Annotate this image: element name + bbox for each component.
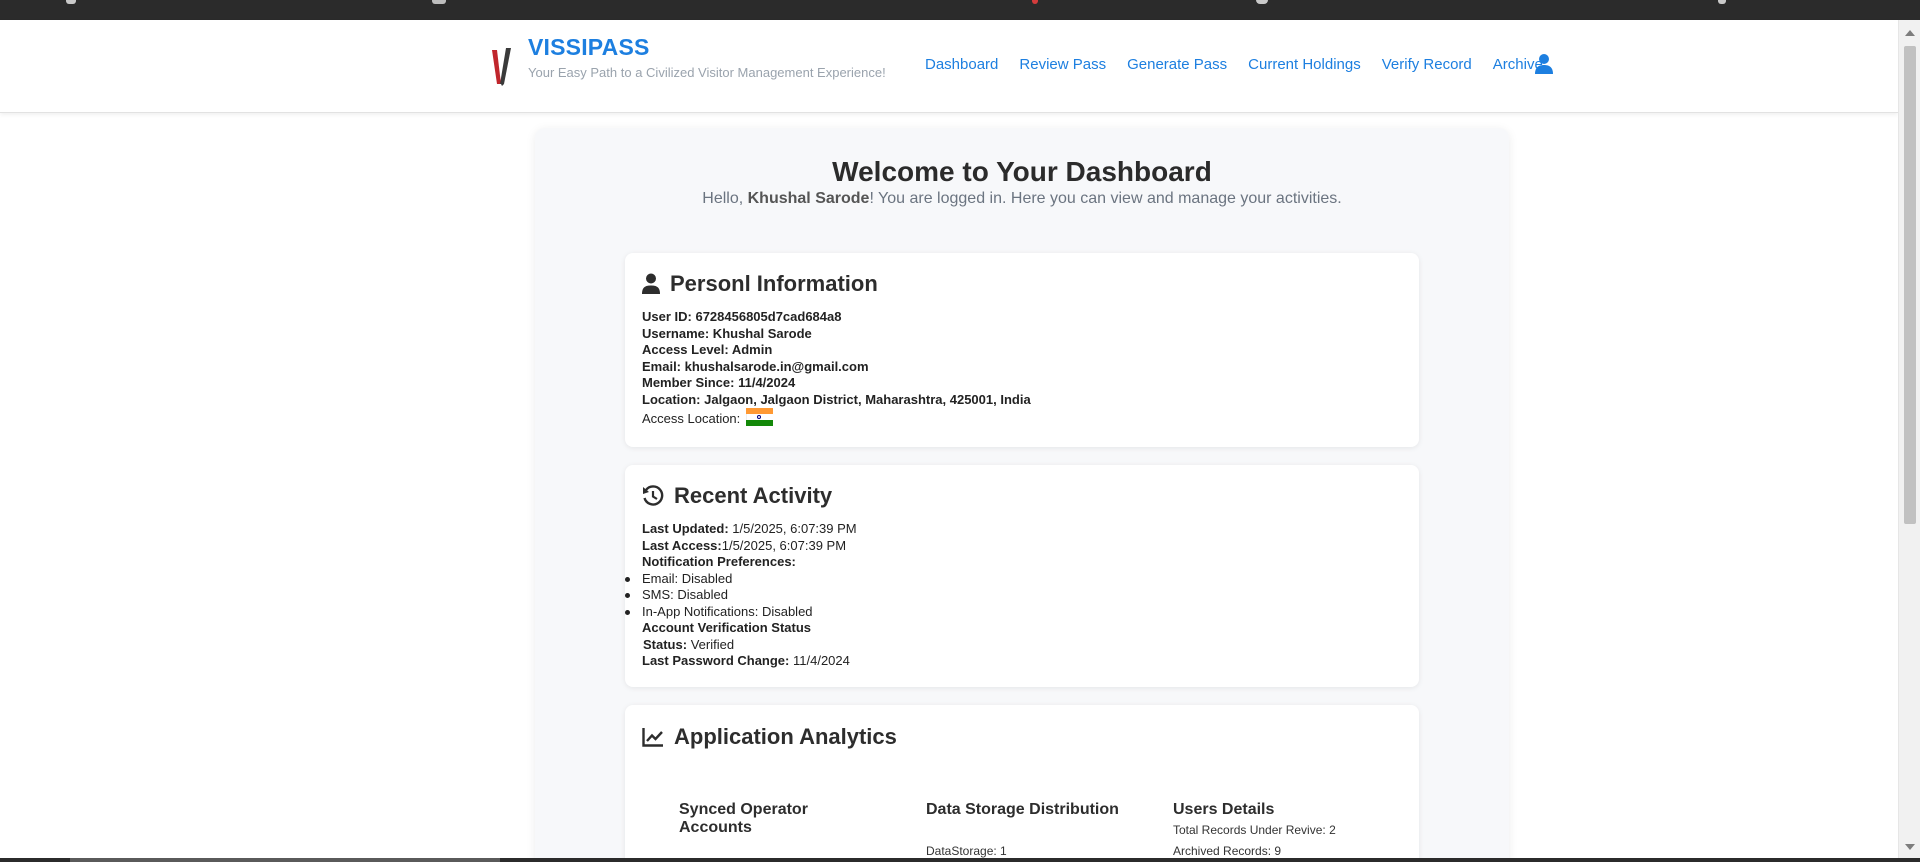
last-updated-label: Last Updated: (642, 521, 729, 536)
users-detail-line: Archived Records: 9 (1173, 844, 1282, 858)
history-icon (643, 485, 664, 506)
users-detail-line: Total Records Under Revive: 2 (1173, 823, 1336, 837)
nav-dashboard[interactable]: Dashboard (925, 56, 998, 73)
last-updated-value: 1/5/2025, 6:07:39 PM (732, 521, 857, 536)
member-since-line: Member Since: 11/4/2024 (642, 375, 796, 390)
os-glyph (1032, 0, 1038, 4)
welcome-message: Hello, Khushal Sarode! You are logged in… (535, 190, 1509, 208)
os-glyph (66, 0, 76, 4)
access-location-line: Access Location: (642, 408, 773, 426)
status-label: Status: (643, 637, 688, 652)
last-access-line: Last Access:1/5/2025, 6:07:39 PM (642, 538, 846, 553)
last-updated-line: Last Updated: 1/5/2025, 6:07:39 PM (642, 521, 857, 536)
password-change-label: Last Password Change: (642, 653, 790, 668)
last-access-value: 1/5/2025, 6:07:39 PM (721, 538, 847, 553)
username-line: Username: Khushal Sarode (642, 326, 812, 341)
user-icon[interactable] (1535, 53, 1553, 75)
recent-activity-heading: Recent Activity (674, 483, 833, 508)
site-header: VISSIPASS Your Easy Path to a Civilized … (0, 20, 1898, 113)
last-access-label: Last Access: (642, 538, 722, 553)
personal-info-heading: Personl Information (670, 271, 878, 296)
greeting-suffix: ! You are logged in. Here you can view a… (869, 190, 1342, 207)
verification-status-label: Account Verification Status (642, 620, 812, 635)
password-change-line: Last Password Change: 11/4/2024 (642, 653, 850, 668)
nav-review-pass[interactable]: Review Pass (1019, 56, 1106, 73)
notification-preferences-label: Notification Preferences: (642, 554, 796, 569)
synced-operator-title: Synced Operator Accounts (679, 801, 808, 836)
brand-title[interactable]: VISSIPASS (528, 34, 650, 61)
status-line: Status: Verified (643, 637, 734, 652)
os-top-bar (0, 0, 1920, 20)
os-glyph (1256, 0, 1268, 4)
nav-verify-record[interactable]: Verify Record (1382, 56, 1472, 73)
dashboard-container: Welcome to Your Dashboard Hello, Khushal… (535, 128, 1509, 862)
personal-info-header: Personl Information (642, 271, 878, 297)
user-id-line: User ID: 6728456805d7cad684a8 (642, 309, 842, 324)
line-chart-icon (642, 728, 663, 747)
users-details-title: Users Details (1173, 801, 1275, 818)
access-level-line: Access Level: Admin (642, 342, 773, 357)
password-change-value: 11/4/2024 (793, 653, 850, 668)
scroll-thumb[interactable] (1904, 46, 1916, 524)
analytics-card: Application Analytics Synced Operator Ac… (625, 705, 1419, 862)
data-storage-line: DataStorage: 1 (926, 844, 1007, 858)
scroll-up-arrow-icon[interactable] (1905, 30, 1915, 36)
nav-generate-pass[interactable]: Generate Pass (1127, 56, 1227, 73)
page-title: Welcome to Your Dashboard (832, 156, 1212, 187)
location-line: Location: Jalgaon, Jalgaon District, Mah… (642, 392, 1031, 407)
greeting-prefix: Hello, (702, 190, 748, 207)
status-value: Verified (690, 637, 735, 652)
data-storage-title: Data Storage Distribution (926, 801, 1119, 818)
user-name: Khushal Sarode (747, 190, 870, 207)
person-icon (642, 273, 660, 294)
email-line: Email: khushalsarode.in@gmail.com (642, 359, 869, 374)
recent-activity-card: Recent Activity Last Updated: 1/5/2025, … (625, 465, 1419, 687)
notification-sms: SMS: Disabled (642, 587, 728, 602)
brand-tagline: Your Easy Path to a Civilized Visitor Ma… (528, 65, 886, 80)
os-bottom-bar (0, 858, 1920, 862)
nav-current-holdings[interactable]: Current Holdings (1248, 56, 1361, 73)
vissipass-logo-icon[interactable] (492, 48, 512, 86)
os-glyph (1718, 0, 1726, 4)
india-flag-icon (745, 408, 773, 426)
analytics-header: Application Analytics (642, 724, 897, 750)
main-nav: Dashboard Review Pass Generate Pass Curr… (925, 56, 1564, 73)
notification-email: Email: Disabled (642, 571, 733, 586)
page-scrollbar[interactable] (1898, 20, 1920, 858)
analytics-heading: Application Analytics (674, 724, 897, 749)
personal-info-card: Personl Information User ID: 6728456805d… (625, 253, 1419, 447)
access-location-label: Access Location: (642, 411, 741, 426)
scroll-down-arrow-icon[interactable] (1905, 844, 1915, 850)
notification-inapp: In-App Notifications: Disabled (642, 604, 813, 619)
os-glyph (432, 0, 446, 4)
os-bottom-segment (70, 858, 500, 862)
recent-activity-header: Recent Activity (642, 483, 832, 509)
